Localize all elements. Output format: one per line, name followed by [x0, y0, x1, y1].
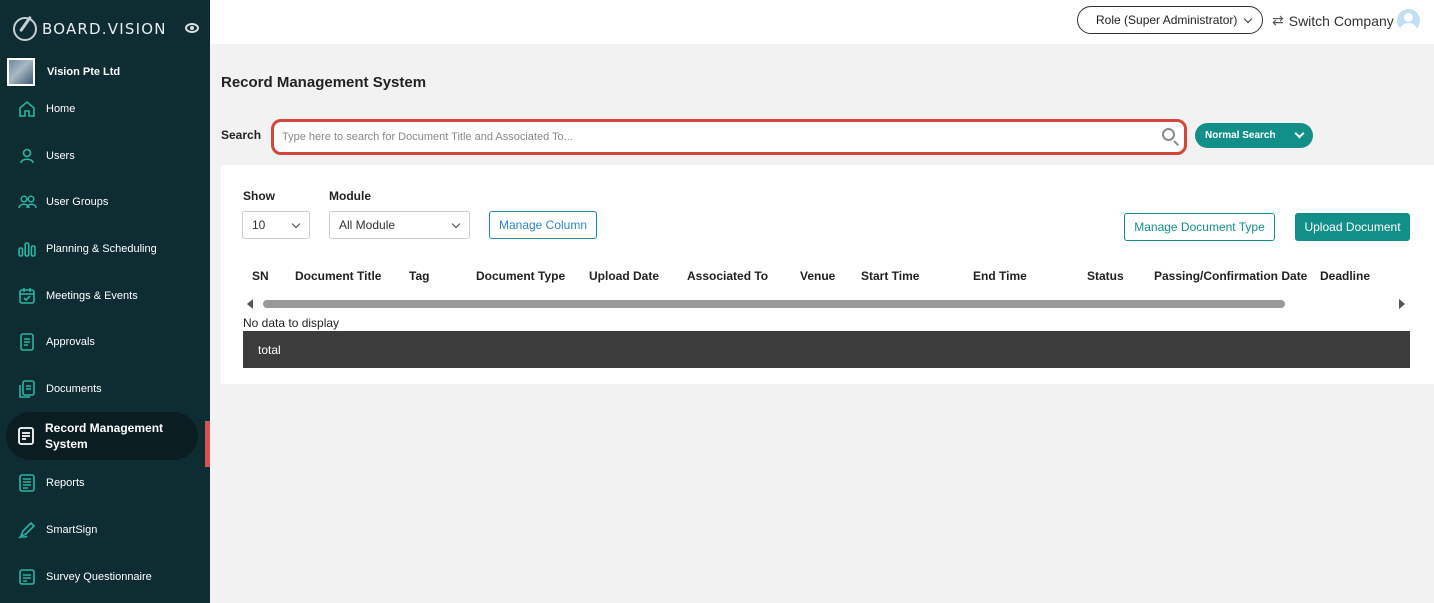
upload-document-button[interactable]: Upload Document — [1295, 213, 1410, 241]
sidebar-item-meetings[interactable]: Meetings & Events — [0, 272, 210, 319]
pen-icon — [17, 520, 37, 540]
sidebar-item-survey[interactable]: Survey Questionnaire — [0, 553, 210, 600]
chevron-down-icon — [1294, 128, 1305, 139]
sidebar-item-reports[interactable]: Reports — [0, 460, 210, 507]
calendar-icon — [17, 286, 37, 306]
brand-name: BOARD.VISION — [42, 20, 167, 38]
column-header[interactable]: Start Time — [861, 269, 919, 283]
swap-icon: ⇄ — [1272, 12, 1284, 28]
empty-message: No data to display — [243, 316, 340, 330]
sidebar-item-home[interactable]: Home — [0, 86, 210, 133]
sidebar-item-label: Users — [46, 149, 75, 162]
column-header[interactable]: Upload Date — [589, 269, 659, 283]
sidebar-item-planning[interactable]: Planning & Scheduling — [0, 226, 210, 273]
report-list-icon — [17, 473, 37, 493]
company-switcher[interactable]: Vision Pte Ltd — [0, 58, 210, 86]
users-icon — [17, 192, 37, 212]
sidebar-item-approvals[interactable]: Approvals — [0, 319, 210, 366]
active-indicator — [205, 421, 210, 467]
column-header[interactable]: SN — [252, 269, 269, 283]
sidebar-item-label: User Groups — [46, 196, 109, 209]
sidebar-item-label: Home — [46, 103, 76, 116]
sidebar-item-label: SmartSign — [46, 524, 98, 537]
survey-icon — [17, 567, 37, 587]
manage-document-type-button[interactable]: Manage Document Type — [1124, 213, 1275, 241]
search-mode-label: Normal Search — [1205, 130, 1276, 141]
page-size-value: 10 — [252, 218, 266, 232]
role-label: Role (Super Administrator) — [1096, 13, 1238, 27]
company-avatar — [7, 58, 35, 86]
chevron-down-icon — [1243, 14, 1253, 24]
home-icon — [17, 99, 37, 119]
search-mode-dropdown[interactable]: Normal Search — [1195, 123, 1313, 148]
search-icon[interactable] — [1162, 128, 1175, 141]
role-dropdown[interactable]: Role (Super Administrator) — [1077, 6, 1263, 34]
show-label: Show — [243, 189, 275, 203]
logo-mark-icon — [13, 17, 37, 41]
module-label: Module — [329, 189, 371, 203]
column-header[interactable]: Associated To — [687, 269, 768, 283]
sidebar-item-documents[interactable]: Documents — [0, 366, 210, 413]
horizontal-scrollbar[interactable] — [243, 298, 1409, 310]
switch-company-button[interactable]: ⇄ Switch Company — [1272, 12, 1394, 29]
column-header[interactable]: Deadline — [1320, 269, 1370, 283]
sidebar-nav: Home Users User Groups Planning & Schedu… — [0, 86, 210, 600]
sidebar-item-smartsign[interactable]: SmartSign — [0, 507, 210, 554]
approval-doc-icon — [17, 332, 37, 352]
top-bar: Role (Super Administrator) ⇄ Switch Comp… — [210, 0, 1434, 44]
company-name: Vision Pte Ltd — [47, 66, 121, 78]
sidebar-item-label: Survey Questionnaire — [46, 570, 152, 583]
sidebar-item-label: Documents — [46, 382, 102, 395]
module-select[interactable]: All Module — [329, 211, 470, 239]
column-header[interactable]: Status — [1087, 269, 1124, 283]
column-header[interactable]: Venue — [800, 269, 835, 283]
scroll-thumb[interactable] — [263, 300, 1285, 308]
page-title: Record Management System — [221, 74, 427, 91]
eye-icon[interactable] — [185, 23, 199, 33]
sidebar-item-label: Planning & Scheduling — [46, 243, 157, 256]
chevron-down-icon — [291, 219, 301, 229]
manage-column-button[interactable]: Manage Column — [489, 211, 597, 239]
search-box — [271, 119, 1187, 155]
scroll-right-arrow-icon[interactable] — [1399, 299, 1405, 309]
chevron-down-icon — [451, 219, 461, 229]
switch-company-label: Switch Company — [1288, 12, 1394, 29]
user-icon — [17, 146, 37, 166]
record-icon — [16, 426, 36, 446]
sidebar-item-label: Meetings & Events — [46, 289, 138, 302]
search-input[interactable] — [282, 122, 1142, 152]
sidebar-item-label: Reports — [46, 477, 85, 490]
column-header[interactable]: Document Type — [476, 269, 565, 283]
bar-chart-icon — [17, 239, 37, 259]
sidebar-item-label: Record Management System — [45, 421, 164, 452]
sidebar-item-label: Approvals — [46, 336, 95, 349]
scroll-left-arrow-icon[interactable] — [247, 299, 253, 309]
sidebar-item-user-groups[interactable]: User Groups — [0, 179, 210, 226]
brand-logo[interactable]: BOARD.VISION — [0, 0, 210, 58]
documents-icon — [17, 379, 37, 399]
module-value: All Module — [339, 218, 396, 232]
sidebar-item-record-management[interactable]: Record Management System — [6, 412, 198, 461]
sidebar-item-users[interactable]: Users — [0, 133, 210, 180]
column-header[interactable]: Passing/Confirmation Date — [1154, 269, 1307, 283]
total-label: total — [258, 342, 281, 357]
records-panel: Show 10 Module All Module Manage Column … — [221, 165, 1434, 384]
column-header[interactable]: End Time — [973, 269, 1027, 283]
column-header[interactable]: Tag — [409, 269, 429, 283]
search-label: Search — [221, 128, 262, 142]
column-header[interactable]: Document Title — [295, 269, 381, 283]
page-size-select[interactable]: 10 — [242, 211, 310, 239]
table-footer-total: total — [243, 331, 1410, 368]
sidebar: BOARD.VISION Vision Pte Ltd Home Users U… — [0, 0, 210, 603]
user-avatar[interactable] — [1397, 9, 1420, 32]
